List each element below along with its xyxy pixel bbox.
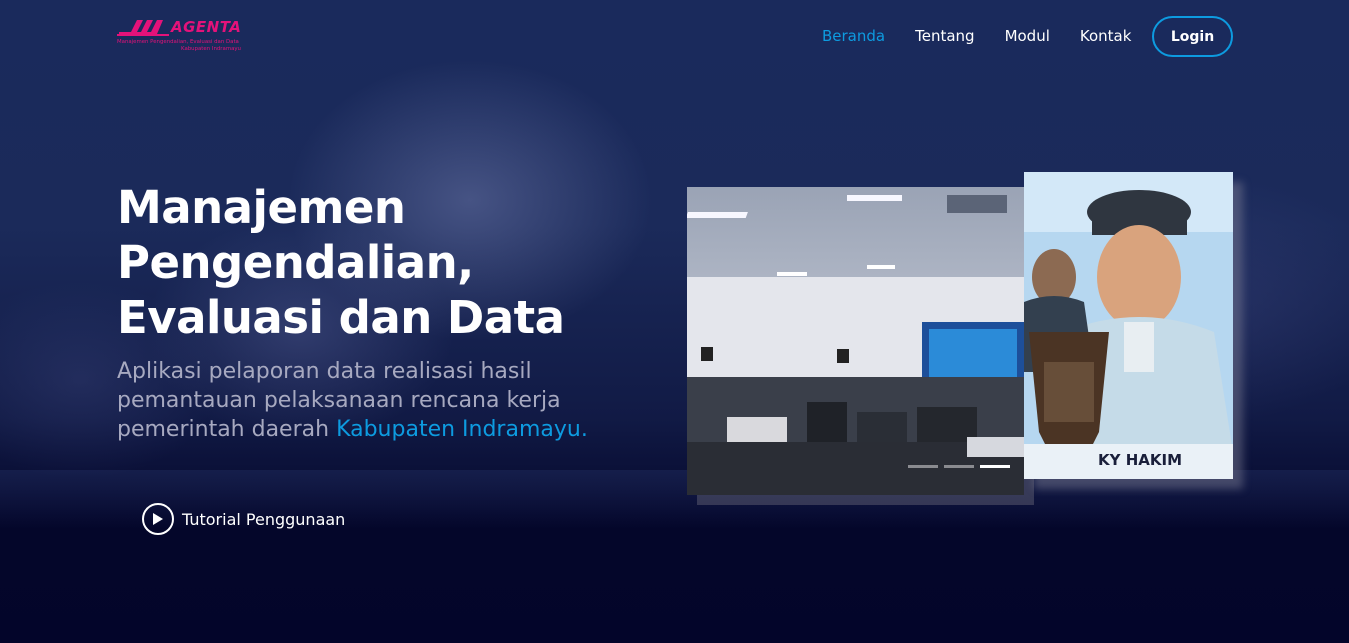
hero-title: Manajemen Pengendalian, Evaluasi dan Dat… [117, 181, 565, 344]
play-icon [142, 503, 174, 535]
carousel-indicators [908, 465, 1016, 468]
nav-item-kontak[interactable]: Kontak [1080, 27, 1132, 45]
carousel-dot-1[interactable] [908, 465, 938, 468]
brand-name: AGENTA [171, 18, 242, 36]
carousel-slide-image [687, 187, 1024, 495]
logo-mark-icon [117, 20, 169, 36]
tutorial-label: Tutorial Penggunaan [182, 509, 346, 529]
login-button[interactable]: Login [1152, 16, 1233, 57]
brand-subtitle: Manajemen Pengendalian, Evaluasi dan Dat… [117, 39, 239, 45]
carousel-dot-3[interactable] [980, 465, 1010, 468]
side-card-image [1024, 172, 1233, 479]
brand-region: Kabupaten Indramayu [181, 46, 241, 52]
nav-item-modul[interactable]: Modul [1005, 27, 1050, 45]
nav-item-beranda[interactable]: Beranda [822, 27, 885, 45]
side-card-caption: KY HAKIM [1098, 451, 1183, 469]
hero-description-highlight: Kabupaten Indramayu. [336, 417, 588, 442]
nav-menu: Beranda Tentang Modul Kontak [822, 27, 1161, 45]
image-carousel[interactable] [687, 187, 1024, 495]
hero-description: Aplikasi pelaporan data realisasi hasil … [117, 357, 677, 444]
tutorial-button[interactable]: Tutorial Penggunaan [142, 503, 345, 535]
navbar: AGENTA Manajemen Pengendalian, Evaluasi … [0, 0, 1349, 72]
carousel-dot-2[interactable] [944, 465, 974, 468]
side-image-card: KY HAKIM [1024, 172, 1233, 479]
nav-item-tentang[interactable]: Tentang [915, 27, 974, 45]
brand-logo[interactable]: AGENTA Manajemen Pengendalian, Evaluasi … [117, 17, 247, 55]
